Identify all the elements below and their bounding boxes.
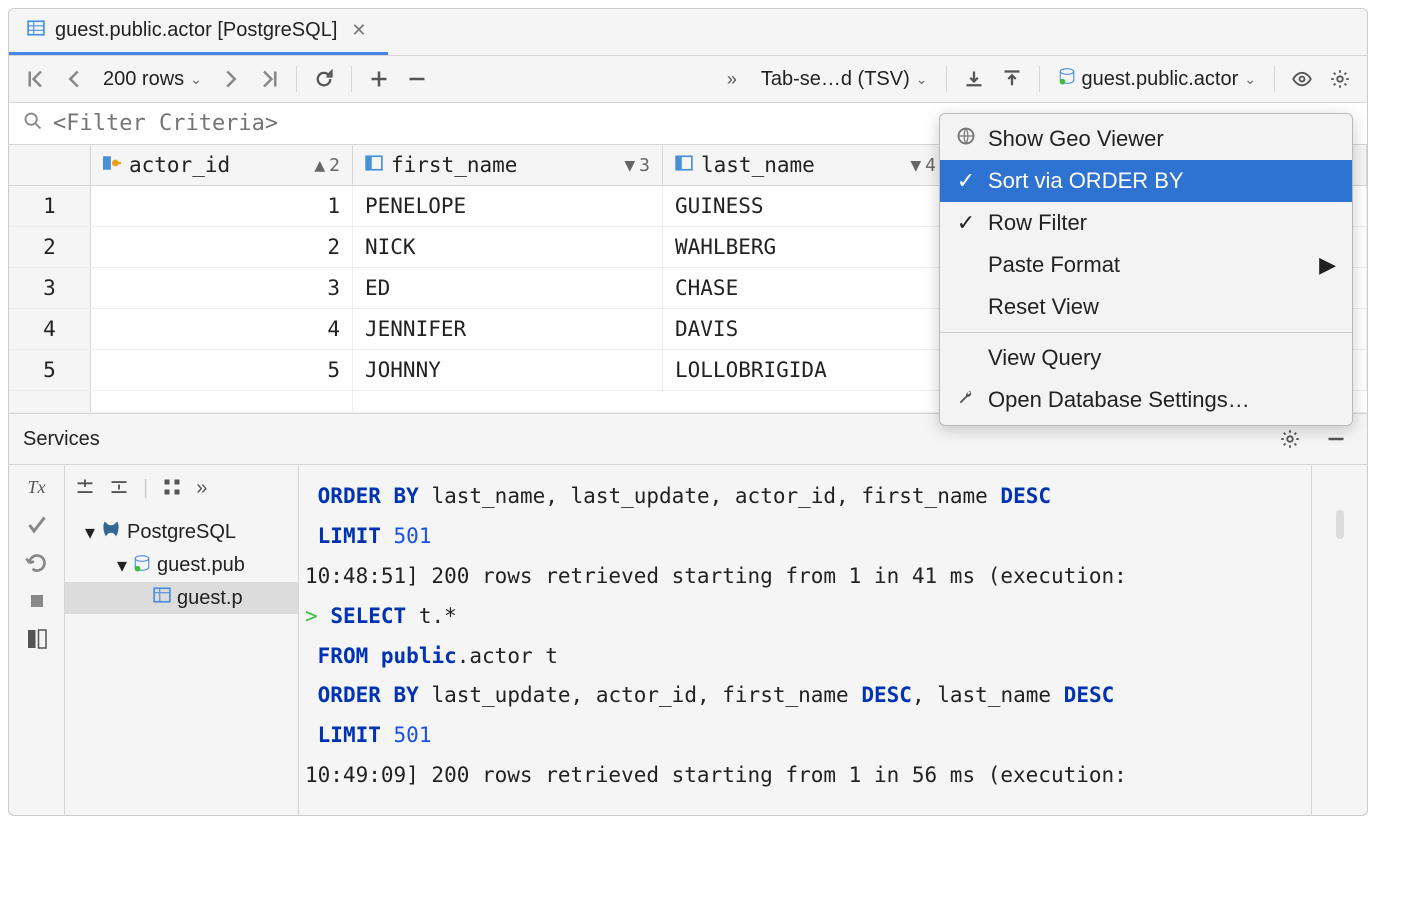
menu-view-query[interactable]: View Query bbox=[940, 337, 1352, 379]
reload-button[interactable] bbox=[307, 62, 341, 96]
chevron-down-icon: ⌄ bbox=[916, 71, 928, 88]
key-column-icon bbox=[103, 153, 121, 177]
close-icon[interactable]: ✕ bbox=[347, 20, 370, 41]
layout-icon[interactable] bbox=[25, 627, 49, 651]
column-header-actor-id[interactable]: actor_id ▲ 2 bbox=[91, 145, 353, 185]
menu-paste-format[interactable]: Paste Format ▶ bbox=[940, 244, 1352, 286]
editor-tab[interactable]: guest.public.actor [PostgreSQL] ✕ bbox=[9, 9, 388, 55]
chevron-down-icon: ▾ bbox=[117, 553, 127, 578]
data-toolbar: 200 rows ⌄ » Tab-se…d (TSV) ⌄ guest.publ… bbox=[9, 56, 1367, 103]
datasource-icon bbox=[133, 554, 151, 578]
check-icon: ✓ bbox=[956, 168, 976, 194]
minimize-icon[interactable] bbox=[1319, 422, 1353, 456]
services-right-toolbar bbox=[1311, 465, 1367, 815]
chevron-right-icon: ▶ bbox=[1319, 252, 1336, 278]
tree-node-table[interactable]: guest.p bbox=[65, 582, 298, 614]
chevron-down-icon: ⌄ bbox=[1244, 71, 1256, 88]
menu-sort-via-order-by[interactable]: ✓ Sort via ORDER BY bbox=[940, 160, 1352, 202]
services-title: Services bbox=[23, 428, 100, 451]
table-icon bbox=[153, 586, 171, 610]
add-row-button[interactable] bbox=[362, 62, 396, 96]
remove-row-button[interactable] bbox=[400, 62, 434, 96]
services-tree: | » ▾ PostgreSQL ▾ guest.pub guest.p bbox=[65, 465, 299, 815]
globe-icon bbox=[956, 126, 976, 152]
table-icon bbox=[27, 19, 45, 42]
postgres-icon bbox=[101, 519, 121, 545]
tree-node-datasource[interactable]: ▾ guest.pub bbox=[65, 549, 298, 582]
commit-icon[interactable] bbox=[25, 513, 49, 537]
chevron-down-icon: ▾ bbox=[85, 520, 95, 545]
column-icon bbox=[675, 153, 693, 177]
sort-desc-icon: ▼ bbox=[910, 155, 921, 176]
last-page-button[interactable] bbox=[252, 62, 286, 96]
console-output[interactable]: ORDER BY last_name, last_update, actor_i… bbox=[299, 465, 1311, 815]
search-icon bbox=[23, 111, 43, 136]
column-header-first-name[interactable]: first_name ▼ 3 bbox=[353, 145, 663, 185]
gear-icon[interactable] bbox=[1323, 62, 1357, 96]
gear-icon[interactable] bbox=[1273, 422, 1307, 456]
services-left-toolbar: Tx bbox=[9, 465, 65, 815]
menu-row-filter[interactable]: ✓ Row Filter bbox=[940, 202, 1352, 244]
tree-node-postgresql[interactable]: ▾ PostgreSQL bbox=[65, 515, 298, 549]
expand-all-icon[interactable] bbox=[75, 477, 95, 503]
datasource-icon bbox=[1058, 67, 1076, 91]
soft-wrap-icon[interactable] bbox=[1336, 510, 1344, 539]
check-icon: ✓ bbox=[956, 210, 976, 236]
menu-open-database-settings[interactable]: Open Database Settings… bbox=[940, 379, 1352, 421]
column-icon bbox=[365, 153, 383, 177]
column-header-last-name[interactable]: last_name ▼ 4 bbox=[663, 145, 949, 185]
rollback-icon[interactable] bbox=[25, 551, 49, 575]
next-page-button[interactable] bbox=[214, 62, 248, 96]
prev-page-button[interactable] bbox=[57, 62, 91, 96]
chevron-down-icon: ⌄ bbox=[190, 71, 202, 88]
menu-show-geo-viewer[interactable]: Show Geo Viewer bbox=[940, 118, 1352, 160]
wrench-icon bbox=[956, 387, 976, 413]
download-button[interactable] bbox=[957, 62, 991, 96]
more-icon[interactable]: » bbox=[196, 477, 207, 503]
sort-asc-icon: ▲ bbox=[314, 155, 325, 176]
settings-context-menu: Show Geo Viewer ✓ Sort via ORDER BY ✓ Ro… bbox=[939, 113, 1353, 426]
stop-icon[interactable] bbox=[25, 589, 49, 613]
upload-button[interactable] bbox=[995, 62, 1029, 96]
sort-desc-icon: ▼ bbox=[624, 155, 635, 176]
grid-icon[interactable] bbox=[162, 477, 182, 503]
eye-icon[interactable] bbox=[1285, 62, 1319, 96]
tab-title: guest.public.actor [PostgreSQL] bbox=[55, 19, 337, 42]
export-format-dropdown[interactable]: Tab-se…d (TSV) ⌄ bbox=[753, 64, 936, 95]
collapse-all-icon[interactable] bbox=[109, 477, 129, 503]
editor-tabbar: guest.public.actor [PostgreSQL] ✕ bbox=[9, 9, 1367, 56]
services-panel-body: Tx | » ▾ PostgreSQL ▾ guest.pub bbox=[9, 465, 1367, 815]
first-page-button[interactable] bbox=[19, 62, 53, 96]
datasource-dropdown[interactable]: guest.public.actor ⌄ bbox=[1050, 63, 1265, 95]
rows-dropdown[interactable]: 200 rows ⌄ bbox=[95, 64, 210, 95]
tx-icon[interactable]: Tx bbox=[25, 475, 49, 499]
more-icon[interactable]: » bbox=[715, 62, 749, 96]
menu-reset-view[interactable]: Reset View bbox=[940, 286, 1352, 328]
